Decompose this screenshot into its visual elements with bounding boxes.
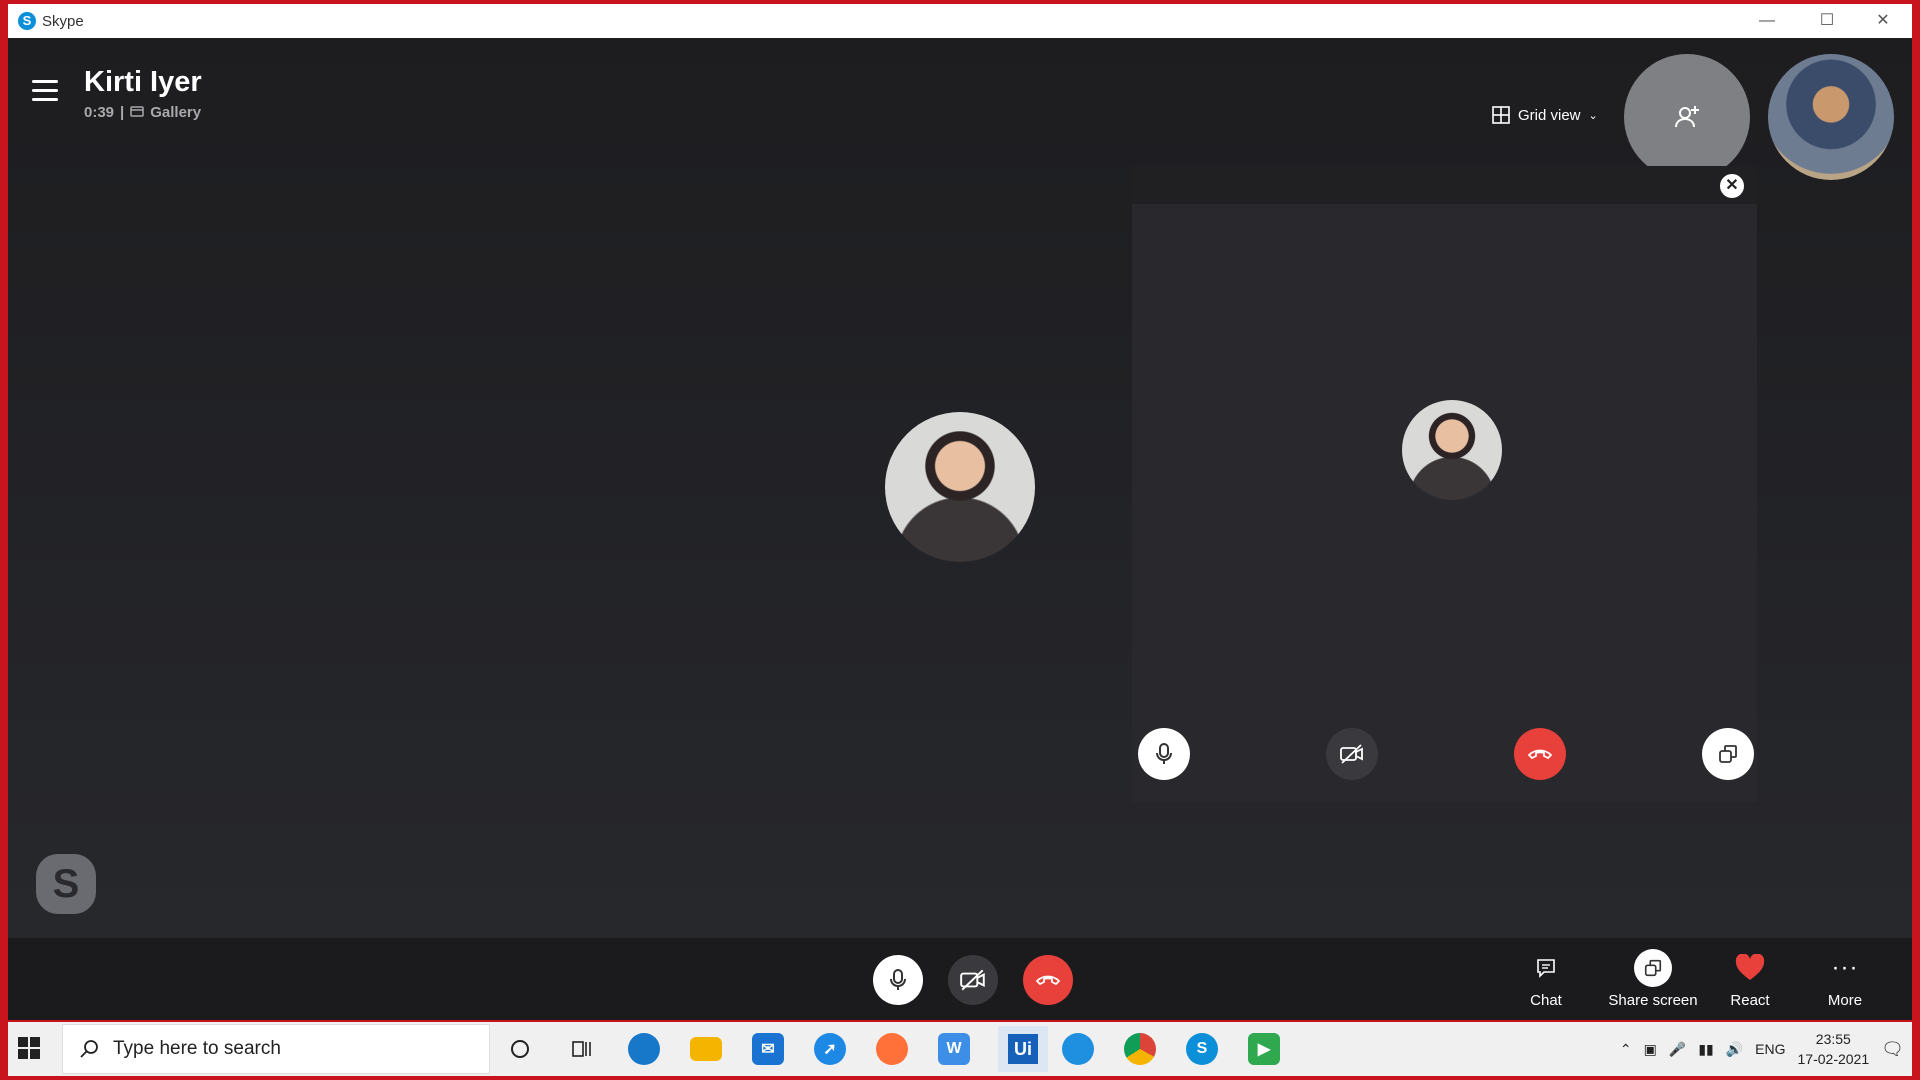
react-button[interactable]: React [1702,952,1798,1009]
firefox-icon[interactable] [876,1033,908,1065]
menu-icon[interactable] [32,80,60,104]
grid-icon [1492,106,1510,124]
chat-label: Chat [1530,992,1562,1009]
call-controls-bar: Chat Share screen React ··· More [8,938,1912,1020]
more-label: More [1827,992,1863,1009]
network-icon[interactable]: ▣ [1644,1041,1657,1058]
title-bar: S Skype — ☐ ✕ [8,4,1912,38]
share-screen-label: Share screen [1608,992,1698,1009]
skype-watermark-icon: S [36,854,96,914]
mic-button[interactable] [873,955,923,1005]
windows-start-icon[interactable] [18,1037,42,1061]
minimize-button[interactable]: — [1738,4,1796,38]
windows-taskbar: Type here to search ✉ ➚ W Ui S ▶ ⌃ ▣ 🎤 ▮… [8,1022,1912,1076]
more-button[interactable]: ··· More [1797,952,1893,1009]
close-window-button[interactable]: ✕ [1854,4,1912,38]
callee-name: Kirti Iyer [84,66,202,98]
video-off-icon [960,969,985,991]
more-dots-icon: ··· [1831,954,1859,981]
grid-view-label: Grid view [1518,106,1581,124]
heart-icon [1735,954,1765,980]
skype-window: S Skype — ☐ ✕ Kirti Iyer 0:39 | Gallery … [8,4,1912,1020]
mini-mic-button[interactable] [1138,728,1190,780]
battery-icon[interactable]: ▮▮ [1698,1041,1713,1058]
hang-up-icon [1035,975,1061,986]
edge-icon[interactable] [628,1033,660,1065]
microphone-tray-icon[interactable]: 🎤 [1669,1041,1686,1058]
mini-expand-button[interactable] [1702,728,1754,780]
grid-view-dropdown[interactable]: Grid view ⌄ [1492,102,1598,128]
meta-separator: | [120,104,125,121]
call-duration: 0:39 [84,104,115,121]
gallery-label[interactable]: Gallery [150,104,201,121]
microphone-icon [890,969,906,990]
switch-window-icon [1719,745,1737,763]
chat-icon [1537,959,1555,978]
chat-button[interactable]: Chat [1498,952,1594,1009]
language-indicator[interactable]: ENG [1755,1041,1785,1057]
self-video-avatar[interactable] [1768,54,1894,180]
call-meta: 0:39 | Gallery [84,104,201,121]
end-call-button[interactable] [1023,955,1073,1005]
chrome-icon[interactable] [1124,1033,1156,1065]
skype-logo-icon: S [18,12,36,30]
search-icon [80,1040,98,1058]
mail-icon[interactable]: ✉ [752,1033,784,1065]
mini-call-window: ✕ [1132,166,1757,802]
system-tray: ⌃ ▣ 🎤 ▮▮ 🔊 ENG 23:55 17-02-2021 🗨 [1620,1022,1904,1076]
taskbar-search-box[interactable]: Type here to search [62,1024,490,1074]
react-label: React [1730,992,1770,1009]
camtasia-icon[interactable]: ▶ [1248,1033,1280,1065]
chevron-down-icon: ⌄ [1588,109,1598,122]
participant-avatar [885,412,1035,562]
add-people-button[interactable] [1624,54,1750,180]
chevron-up-icon[interactable]: ⌃ [1620,1041,1632,1058]
file-explorer-icon[interactable] [690,1037,722,1061]
cortana-icon[interactable] [504,1033,536,1065]
writer-app-icon[interactable]: W [938,1033,970,1065]
share-screen-button[interactable]: Share screen [1598,949,1708,1009]
call-stage: Kirti Iyer 0:39 | Gallery Grid view ⌄ ✕ [8,38,1912,938]
search-placeholder: Type here to search [113,1038,281,1059]
video-button[interactable] [948,955,998,1005]
mini-end-call-button[interactable] [1514,728,1566,780]
clock-date: 17-02-2021 [1797,1051,1870,1067]
skype-taskbar-icon[interactable]: S [1186,1033,1218,1065]
window-title: Skype [42,13,84,30]
volume-icon[interactable]: 🔊 [1726,1041,1743,1058]
close-icon[interactable]: ✕ [1720,174,1744,198]
clock[interactable]: 23:55 17-02-2021 [1798,1029,1870,1069]
app-icon[interactable] [1062,1033,1094,1065]
uipath-icon: Ui [1008,1034,1038,1064]
mini-video-button[interactable] [1326,728,1378,780]
notifications-icon[interactable]: 🗨 [1881,1039,1904,1060]
app-icon[interactable]: ➚ [814,1033,846,1065]
mini-participant-avatar [1402,400,1502,500]
share-screen-icon [1644,959,1662,977]
mini-call-header: ✕ [1132,166,1757,204]
clock-time: 23:55 [1815,1031,1851,1047]
uipath-taskbar-button[interactable]: Ui [998,1026,1048,1072]
video-off-icon [1340,744,1363,764]
gallery-icon [130,104,144,121]
add-person-icon [1675,106,1699,128]
microphone-icon [1156,743,1172,764]
maximize-button[interactable]: ☐ [1798,4,1856,38]
hang-up-icon [1527,749,1553,760]
task-view-icon[interactable] [566,1033,598,1065]
